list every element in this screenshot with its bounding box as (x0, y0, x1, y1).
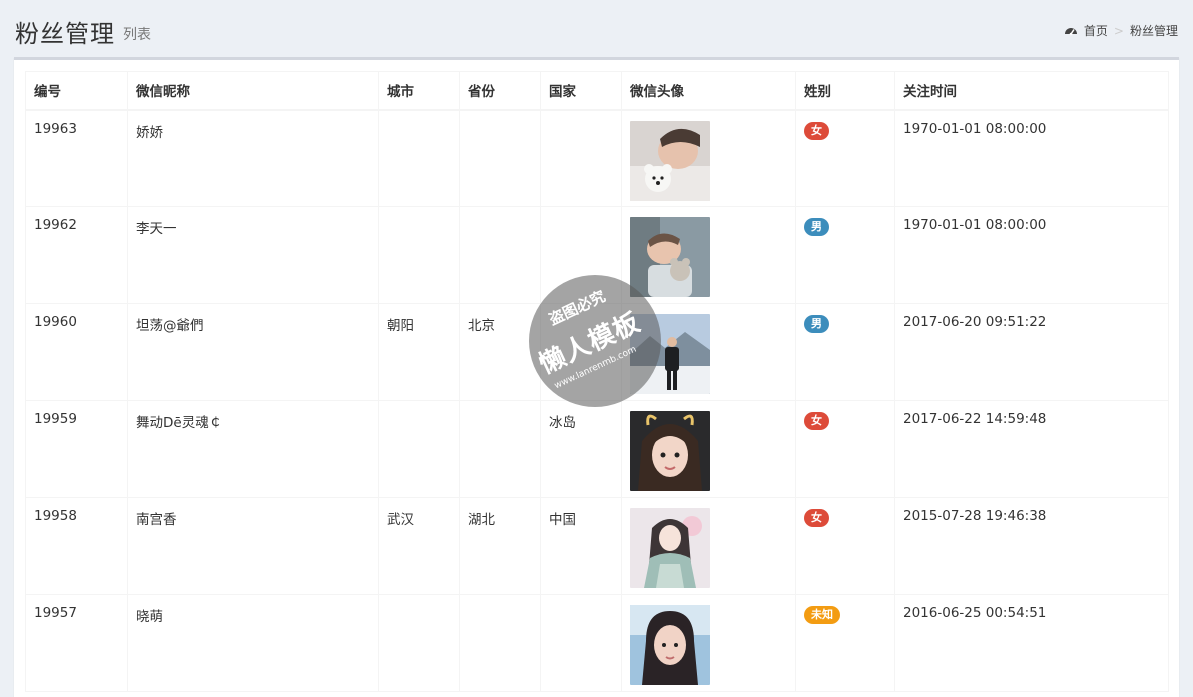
avatar-man-in-snow[interactable] (630, 314, 710, 394)
cell-avatar (621, 497, 796, 595)
cell-nickname: 晓萌 (127, 594, 379, 692)
cell-followed-at: 2016-06-25 00:54:51 (894, 594, 1169, 692)
dashboard-icon (1064, 27, 1077, 35)
content-header: 粉丝管理 列表 首页 > 粉丝管理 (0, 0, 1193, 57)
table-row: 19960 坦荡@爺們 朝阳 北京 男 2017-06-20 09:51:22 (25, 303, 1169, 401)
cell-id: 19958 (25, 497, 128, 595)
cell-followed-at: 2017-06-22 14:59:48 (894, 400, 1169, 498)
cell-province (459, 206, 541, 304)
column-header-gender[interactable]: 姓别 (795, 71, 895, 111)
cell-id: 19960 (25, 303, 128, 401)
cell-avatar (621, 594, 796, 692)
cell-gender: 女 (795, 400, 895, 498)
avatar-child-with-teddy-bear[interactable] (630, 120, 710, 201)
table-row: 19958 南宫香 武汉 湖北 中国 女 2015-07-28 19:46:38 (25, 497, 1169, 595)
avatar-illustrated-woman[interactable] (630, 508, 710, 588)
page-subtitle: 列表 (123, 27, 151, 43)
table-row: 19962 李天一 男 1970-01-01 08:00:00 (25, 206, 1169, 304)
avatar-woman-portrait[interactable] (630, 605, 710, 685)
cell-nickname: 娇娇 (127, 109, 379, 207)
table-row: 19957 晓萌 未知 2016-06-25 00:54:51 (25, 594, 1169, 692)
cell-city: 武汉 (378, 497, 460, 595)
cell-id: 19962 (25, 206, 128, 304)
cell-province (459, 400, 541, 498)
table-header-row: 编号 微信昵称 城市 省份 国家 微信头像 姓别 关注时间 (25, 71, 1169, 111)
gender-badge: 男 (804, 218, 829, 236)
cell-avatar (621, 400, 796, 498)
gender-badge: 女 (804, 412, 829, 430)
cell-avatar (621, 303, 796, 401)
cell-province (459, 109, 541, 207)
cell-id: 19959 (25, 400, 128, 498)
cell-country (540, 303, 622, 401)
cell-nickname: 舞动Dē灵魂￠ (127, 400, 379, 498)
cell-id: 19963 (25, 109, 128, 207)
gender-badge: 女 (804, 121, 829, 140)
page-title: 粉丝管理 (15, 20, 115, 48)
cell-followed-at: 2015-07-28 19:46:38 (894, 497, 1169, 595)
column-header-city[interactable]: 城市 (378, 71, 460, 111)
gender-badge: 女 (804, 509, 829, 527)
cell-city (378, 206, 460, 304)
cell-nickname: 李天一 (127, 206, 379, 304)
cell-followed-at: 2017-06-20 09:51:22 (894, 303, 1169, 401)
column-header-nickname[interactable]: 微信昵称 (127, 71, 379, 111)
cell-avatar (621, 109, 796, 207)
cell-city (378, 109, 460, 207)
table-row: 19963 娇娇 女 1970-01-01 08:00:00 (25, 109, 1169, 207)
gender-badge: 未知 (804, 606, 840, 624)
cell-gender: 女 (795, 109, 895, 207)
cell-country (540, 206, 622, 304)
cell-city: 朝阳 (378, 303, 460, 401)
breadcrumb: 首页 > 粉丝管理 (1064, 22, 1178, 39)
gender-badge: 男 (804, 315, 829, 333)
breadcrumb-home-link[interactable]: 首页 (1084, 22, 1108, 39)
cell-avatar (621, 206, 796, 304)
cell-province (459, 594, 541, 692)
column-header-id[interactable]: 编号 (25, 71, 128, 111)
cell-province: 湖北 (459, 497, 541, 595)
cell-followed-at: 1970-01-01 08:00:00 (894, 206, 1169, 304)
breadcrumb-current: 粉丝管理 (1129, 24, 1178, 38)
cell-gender: 男 (795, 206, 895, 304)
cell-province: 北京 (459, 303, 541, 401)
table-row: 19959 舞动Dē灵魂￠ 冰岛 女 2017-06-22 14:59:48 (25, 400, 1169, 498)
column-header-province[interactable]: 省份 (459, 71, 541, 111)
cell-city (378, 594, 460, 692)
column-header-followed-at[interactable]: 关注时间 (894, 71, 1169, 111)
cell-gender: 男 (795, 303, 895, 401)
cell-country: 冰岛 (540, 400, 622, 498)
column-header-country[interactable]: 国家 (540, 71, 622, 111)
column-header-avatar[interactable]: 微信头像 (621, 71, 796, 111)
cell-country: 中国 (540, 497, 622, 595)
cell-country (540, 109, 622, 207)
fans-table: 编号 微信昵称 城市 省份 国家 微信头像 姓别 关注时间 19963 娇娇 女… (25, 71, 1169, 692)
cell-id: 19957 (25, 594, 128, 692)
avatar-girl-with-ears[interactable] (630, 411, 710, 491)
cell-gender: 女 (795, 497, 895, 595)
avatar-sleeping-baby[interactable] (630, 217, 710, 297)
cell-nickname: 南宫香 (127, 497, 379, 595)
cell-gender: 未知 (795, 594, 895, 692)
fans-list-box: 编号 微信昵称 城市 省份 国家 微信头像 姓别 关注时间 19963 娇娇 女… (14, 57, 1179, 697)
breadcrumb-separator: > (1113, 23, 1124, 38)
cell-followed-at: 1970-01-01 08:00:00 (894, 109, 1169, 207)
cell-nickname: 坦荡@爺們 (127, 303, 379, 401)
cell-country (540, 594, 622, 692)
cell-city (378, 400, 460, 498)
